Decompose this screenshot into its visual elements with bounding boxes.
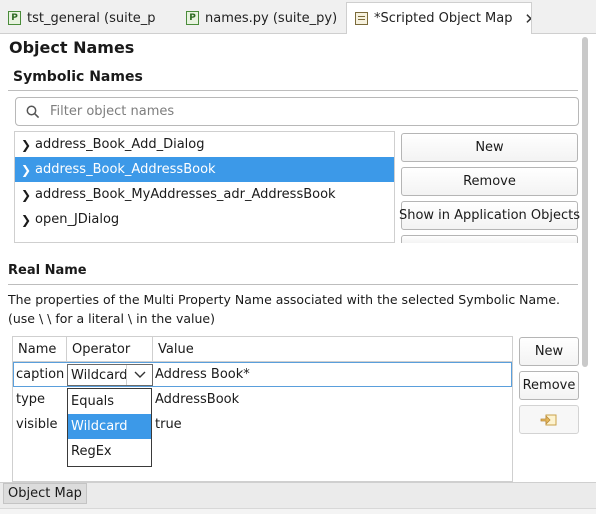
python-file-icon: P	[8, 11, 21, 25]
symbolic-names-tree[interactable]: ❯ address_Book_Add_Dialog ❯ address_Book…	[14, 131, 395, 243]
scrollbar-thumb[interactable]	[582, 37, 588, 367]
new-symbolic-name-button[interactable]: New	[401, 133, 578, 162]
editor-tab-bar: P tst_general (suite_p P names.py (suite…	[0, 0, 596, 34]
chevron-right-icon[interactable]: ❯	[19, 163, 33, 177]
column-header-value[interactable]: Value	[153, 337, 512, 362]
tree-item[interactable]: ❯ address_Book_MyAddresses_adr_AddressBo…	[15, 182, 394, 207]
tab-scripted-object-map[interactable]: *Scripted Object Map ✕	[346, 2, 532, 34]
remove-property-button[interactable]: Remove	[519, 371, 579, 400]
tab-tst-general[interactable]: P tst_general (suite_p	[0, 3, 178, 33]
tab-label: tst_general (suite_p	[27, 10, 156, 26]
tree-item-selected[interactable]: ❯ address_Book_AddressBook	[15, 157, 394, 182]
real-name-heading: Real Name	[8, 263, 87, 278]
operator-combobox[interactable]: Wildcard	[67, 364, 153, 386]
object-names-heading: Object Names	[9, 38, 135, 57]
chevron-right-icon[interactable]: ❯	[19, 213, 33, 227]
chevron-down-icon[interactable]	[126, 365, 152, 385]
tree-item[interactable]: ❯ address_Book_Add_Dialog	[15, 132, 394, 157]
filter-object-names-input[interactable]	[48, 103, 548, 120]
new-property-button[interactable]: New	[519, 337, 579, 366]
tab-names-py[interactable]: P names.py (suite_py)	[178, 3, 346, 33]
symbolic-names-heading: Symbolic Names	[13, 69, 143, 85]
tree-item[interactable]: ❯ open_JDialog	[15, 207, 394, 232]
tab-label: *Scripted Object Map	[374, 11, 513, 26]
tree-item-label: address_Book_Add_Dialog	[35, 137, 205, 152]
chevron-right-icon[interactable]: ❯	[19, 138, 33, 152]
operator-option-regex[interactable]: RegEx	[68, 439, 151, 464]
property-name-cell[interactable]: type	[16, 387, 45, 412]
tab-label: names.py (suite_py)	[205, 10, 338, 26]
filter-field[interactable]	[15, 97, 579, 126]
status-strip	[0, 508, 596, 514]
edit-property-button[interactable]	[519, 405, 579, 434]
operator-combobox-value: Wildcard	[71, 367, 128, 383]
real-name-description: The properties of the Multi Property Nam…	[8, 292, 561, 326]
operator-option-equals[interactable]: Equals	[68, 389, 151, 414]
editor-bottom-bar: Object Map	[0, 482, 596, 514]
operator-option-wildcard[interactable]: Wildcard	[68, 414, 151, 439]
property-name-cell[interactable]: visible	[16, 412, 58, 437]
tree-item-label: open_JDialog	[35, 212, 120, 227]
tree-item-label: address_Book_AddressBook	[35, 162, 216, 177]
column-header-name[interactable]: Name	[13, 337, 67, 362]
edit-icon	[540, 414, 557, 425]
python-file-icon: P	[186, 11, 199, 25]
property-value-cell[interactable]: AddressBook	[155, 387, 239, 412]
show-in-application-objects-button[interactable]: Show in Application Objects	[399, 201, 580, 230]
property-value-cell[interactable]: Address Book*	[155, 362, 250, 387]
tab-object-map[interactable]: Object Map	[3, 483, 87, 504]
object-map-icon	[355, 12, 368, 25]
section-divider	[8, 90, 578, 91]
chevron-right-icon[interactable]: ❯	[19, 188, 33, 202]
column-header-operator[interactable]: Operator	[67, 337, 153, 362]
vertical-scrollbar[interactable]	[582, 35, 590, 482]
remove-symbolic-name-button[interactable]: Remove	[401, 167, 578, 196]
property-name-cell[interactable]: caption	[16, 362, 64, 387]
close-icon[interactable]: ✕	[525, 10, 532, 28]
operator-dropdown-list[interactable]: Equals Wildcard RegEx	[67, 388, 152, 467]
property-value-cell[interactable]: true	[155, 412, 182, 437]
tree-item-label: address_Book_MyAddresses_adr_AddressBook	[35, 187, 336, 202]
search-icon	[26, 105, 40, 118]
partial-hidden-button[interactable]	[401, 235, 578, 243]
section-divider	[8, 284, 578, 285]
